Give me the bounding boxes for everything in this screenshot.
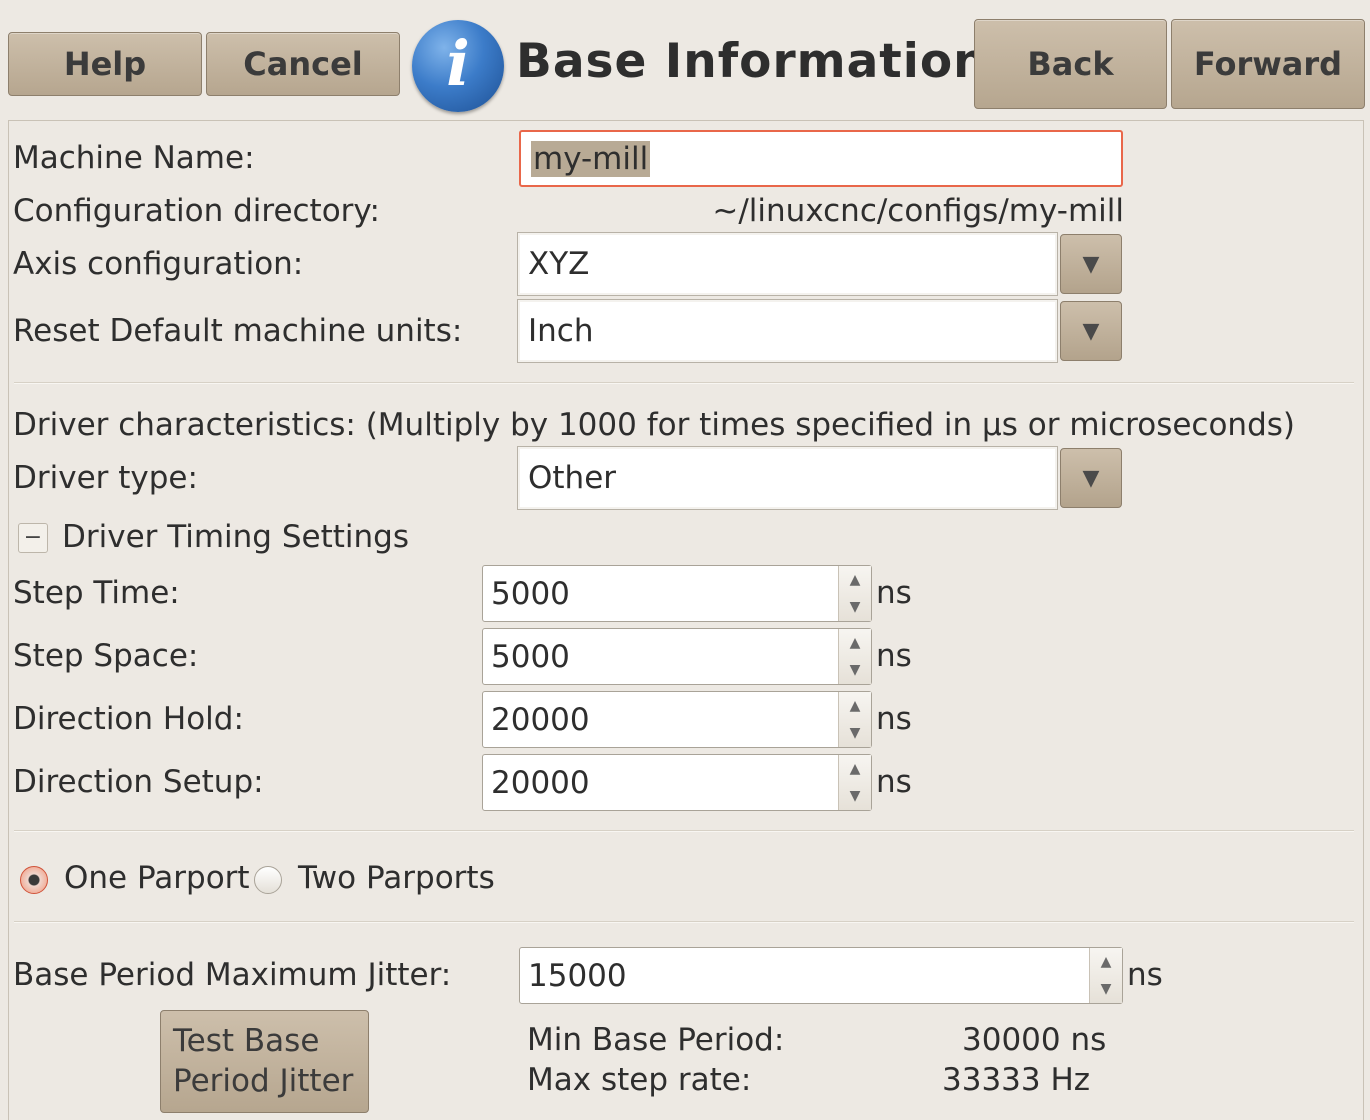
back-button-label: Back <box>1027 45 1114 83</box>
info-icon: i <box>412 20 504 112</box>
help-button-label: Help <box>63 45 147 83</box>
chevron-down-icon: ▼ <box>1082 465 1100 491</box>
direction-hold-label: Direction Hold: <box>13 701 244 737</box>
back-button[interactable]: Back <box>974 19 1167 109</box>
separator <box>14 382 1354 384</box>
spin-up-icon[interactable]: ▲ <box>850 635 861 651</box>
test-button-line2: Period Jitter <box>173 1063 354 1099</box>
step-time-spinbox[interactable]: 5000 ▲ ▼ <box>482 565 872 622</box>
driver-type-value: Other <box>528 460 617 496</box>
driver-type-combo[interactable]: Other <box>517 446 1058 510</box>
spin-arrows[interactable]: ▲ ▼ <box>1089 948 1122 1003</box>
spin-arrows[interactable]: ▲ ▼ <box>838 755 871 810</box>
units-combo[interactable]: Inch <box>517 299 1058 363</box>
axis-config-label: Axis configuration: <box>13 246 304 282</box>
spin-arrows[interactable]: ▲ ▼ <box>838 692 871 747</box>
info-icon-glyph: i <box>446 27 470 100</box>
spin-arrows[interactable]: ▲ ▼ <box>838 566 871 621</box>
test-base-period-jitter-button[interactable]: Test Base Period Jitter <box>160 1010 369 1113</box>
direction-setup-spinbox[interactable]: 20000 ▲ ▼ <box>482 754 872 811</box>
step-space-label: Step Space: <box>13 638 199 674</box>
step-time-value: 5000 <box>491 575 570 612</box>
axis-config-combo[interactable]: XYZ <box>517 232 1058 296</box>
units-dropdown[interactable]: ▼ <box>1060 301 1122 361</box>
units-value: Inch <box>528 313 594 349</box>
min-base-period-value: 30000 ns <box>962 1022 1107 1058</box>
chevron-down-icon: ▼ <box>1082 251 1100 277</box>
separator <box>14 921 1354 923</box>
jitter-value: 15000 <box>528 957 627 994</box>
step-time-unit: ns <box>876 575 912 611</box>
two-parports-radio[interactable] <box>254 866 282 894</box>
machine-name-field[interactable]: my-mill <box>519 130 1123 187</box>
direction-setup-value: 20000 <box>491 764 590 801</box>
help-button[interactable]: Help <box>8 32 202 96</box>
driver-characteristics-text: Driver characteristics: (Multiply by 100… <box>13 407 1296 443</box>
direction-hold-spinbox[interactable]: 20000 ▲ ▼ <box>482 691 872 748</box>
spin-down-icon[interactable]: ▼ <box>850 662 861 678</box>
config-dir-label: Configuration directory: <box>13 193 380 229</box>
two-parports-label[interactable]: Two Parports <box>298 860 495 896</box>
spin-up-icon[interactable]: ▲ <box>850 698 861 714</box>
min-base-period-label: Min Base Period: <box>527 1022 785 1058</box>
spin-down-icon[interactable]: ▼ <box>850 725 861 741</box>
spin-down-icon[interactable]: ▼ <box>1101 981 1112 997</box>
axis-config-dropdown[interactable]: ▼ <box>1060 234 1122 294</box>
spin-down-icon[interactable]: ▼ <box>850 788 861 804</box>
step-space-spinbox[interactable]: 5000 ▲ ▼ <box>482 628 872 685</box>
collapse-glyph: − <box>23 525 43 550</box>
driver-type-dropdown[interactable]: ▼ <box>1060 448 1122 508</box>
step-time-label: Step Time: <box>13 575 180 611</box>
cancel-button[interactable]: Cancel <box>206 32 400 96</box>
cancel-button-label: Cancel <box>243 45 363 83</box>
jitter-unit: ns <box>1127 957 1163 993</box>
chevron-down-icon: ▼ <box>1082 318 1100 344</box>
max-step-rate-value: 33333 Hz <box>942 1062 1091 1098</box>
driver-type-label: Driver type: <box>13 460 198 496</box>
separator <box>14 830 1354 832</box>
spin-up-icon[interactable]: ▲ <box>1101 954 1112 970</box>
spin-arrows[interactable]: ▲ ▼ <box>838 629 871 684</box>
jitter-spinbox[interactable]: 15000 ▲ ▼ <box>519 947 1123 1004</box>
step-space-value: 5000 <box>491 638 570 675</box>
spin-down-icon[interactable]: ▼ <box>850 599 861 615</box>
spin-up-icon[interactable]: ▲ <box>850 572 861 588</box>
config-dir-value: ~/linuxcnc/configs/my-mill <box>712 193 1124 229</box>
machine-name-label: Machine Name: <box>13 140 255 176</box>
collapse-icon[interactable]: − <box>18 523 48 553</box>
spin-up-icon[interactable]: ▲ <box>850 761 861 777</box>
direction-setup-unit: ns <box>876 764 912 800</box>
axis-config-value: XYZ <box>528 246 590 282</box>
one-parport-radio[interactable] <box>20 866 48 894</box>
page-title: Base Information <box>516 34 988 89</box>
driver-timing-expander-label[interactable]: Driver Timing Settings <box>62 519 409 555</box>
forward-button-label: Forward <box>1193 45 1343 83</box>
max-step-rate-label: Max step rate: <box>527 1062 752 1098</box>
one-parport-label[interactable]: One Parport <box>64 860 250 896</box>
units-label: Reset Default machine units: <box>13 313 463 349</box>
direction-setup-label: Direction Setup: <box>13 764 264 800</box>
direction-hold-value: 20000 <box>491 701 590 738</box>
jitter-label: Base Period Maximum Jitter: <box>13 957 452 993</box>
test-button-line1: Test Base <box>173 1023 320 1059</box>
step-space-unit: ns <box>876 638 912 674</box>
direction-hold-unit: ns <box>876 701 912 737</box>
machine-name-value: my-mill <box>531 140 651 177</box>
forward-button[interactable]: Forward <box>1171 19 1365 109</box>
